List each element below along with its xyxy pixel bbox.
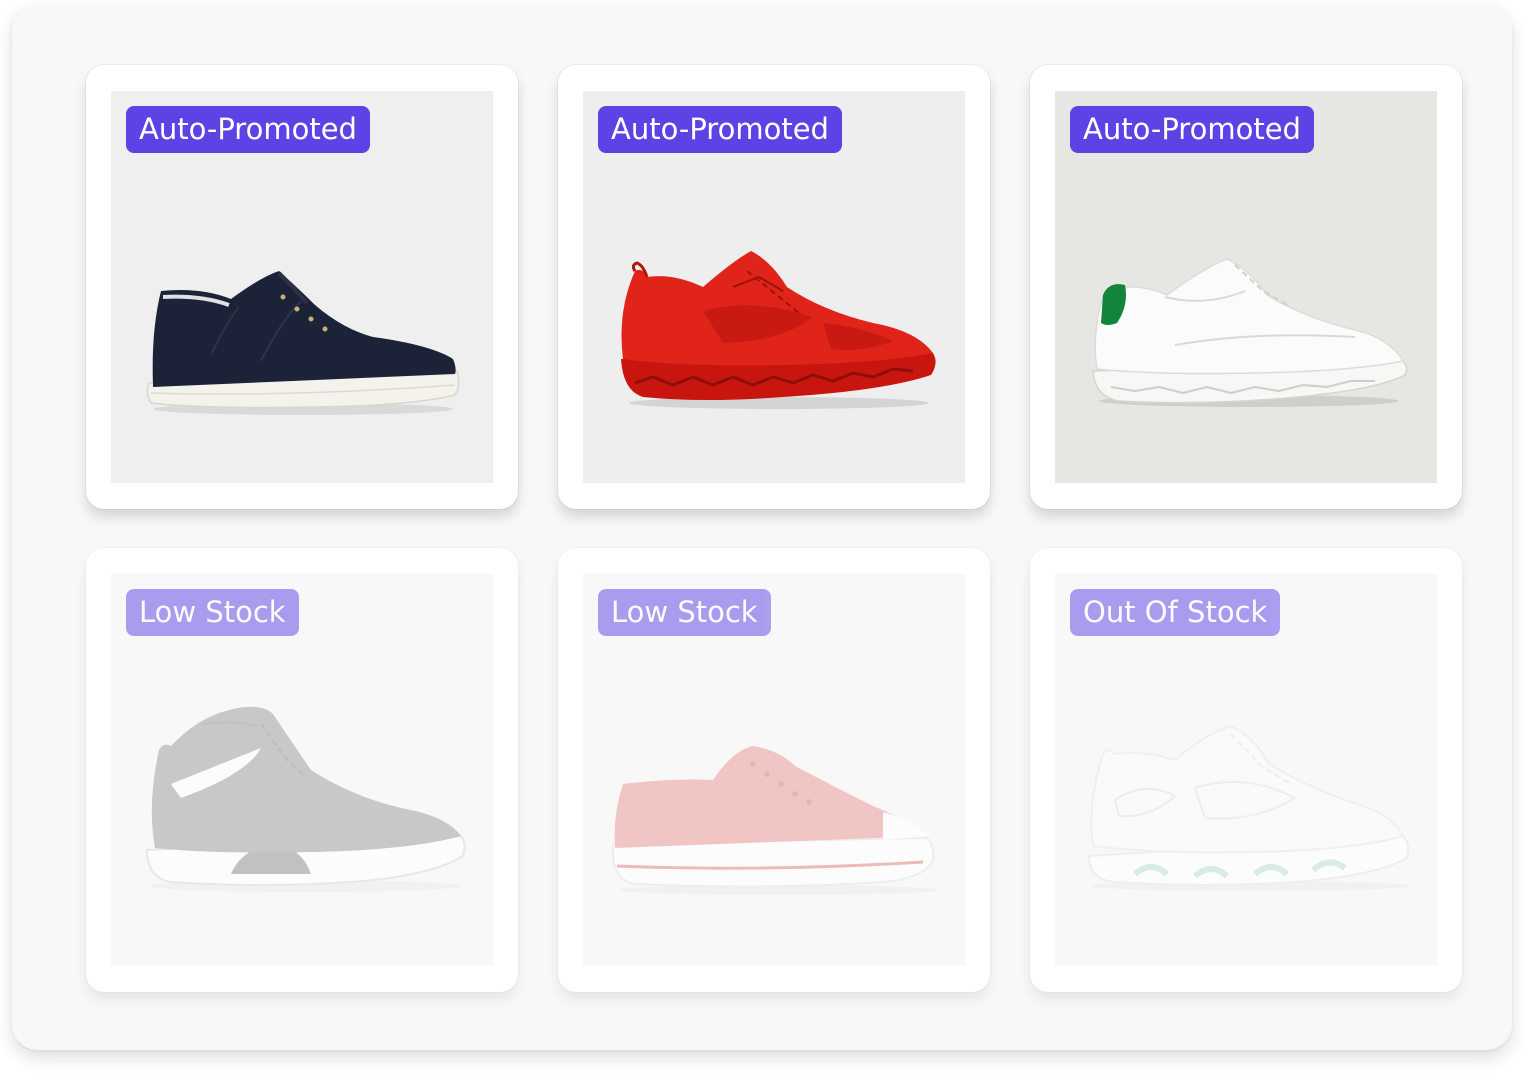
product-card[interactable]: Low Stock (86, 548, 518, 992)
status-badge: Low Stock (126, 589, 299, 636)
product-card[interactable]: Auto-Promoted (558, 65, 990, 509)
status-badge: Auto-Promoted (598, 106, 842, 153)
status-badge: Low Stock (598, 589, 771, 636)
product-card[interactable]: Auto-Promoted (86, 65, 518, 509)
product-card[interactable]: Out Of Stock (1030, 548, 1462, 992)
product-card[interactable]: Low Stock (558, 548, 990, 992)
product-card[interactable]: Auto-Promoted (1030, 65, 1462, 509)
status-badge: Auto-Promoted (1070, 106, 1314, 153)
product-grid-panel: Auto-Promoted Auto-Promoted Auto-Promote… (12, 4, 1512, 1050)
status-badge: Auto-Promoted (126, 106, 370, 153)
status-badge: Out Of Stock (1070, 589, 1281, 636)
